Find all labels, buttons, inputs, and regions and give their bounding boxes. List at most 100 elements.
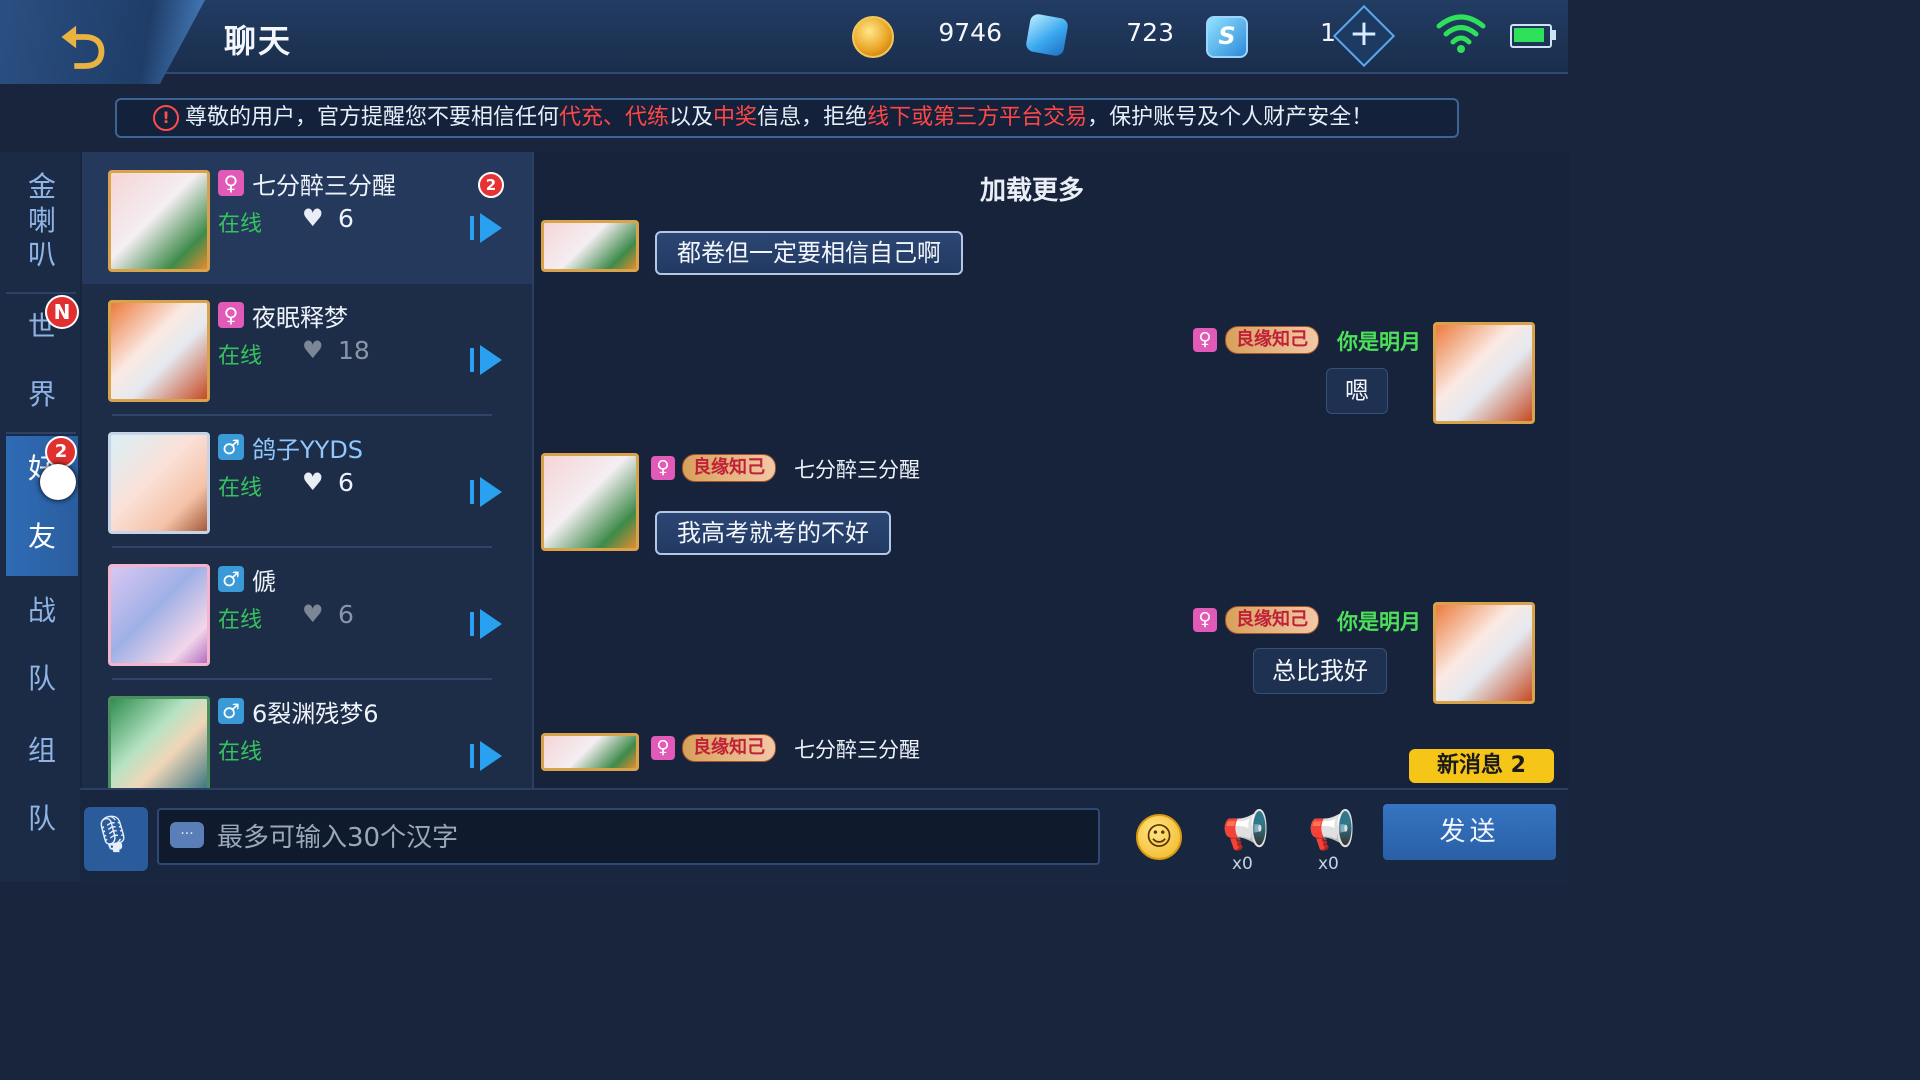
female-icon: ♀ — [1193, 608, 1217, 632]
avatar — [108, 564, 210, 666]
heart-icon: ♥ — [302, 204, 324, 232]
friend-item[interactable]: ♂ 鸽子YYDS 在线 ♥ 6 — [82, 416, 532, 548]
online-status: 在线 — [218, 740, 263, 765]
tab-divider — [6, 292, 76, 294]
heart-icon: ♥ — [302, 600, 324, 628]
send-button[interactable]: 发送 — [1383, 804, 1556, 860]
unread-count-badge: 2 — [478, 172, 504, 198]
tab-char: 友 — [27, 520, 56, 553]
tab-team[interactable]: 战 队 — [6, 594, 78, 704]
sender-avatar — [541, 220, 639, 272]
battery-tip — [1552, 30, 1556, 40]
friend-name: 鸽子YYDS — [252, 436, 364, 464]
voice-icon[interactable]: 🎙 — [90, 813, 136, 855]
female-icon: ♀ — [1193, 328, 1217, 352]
friend-item[interactable]: ♀ 七分醉三分醒 2 在线 ♥ 6 — [82, 152, 532, 284]
relation-tag: 良缘知己 — [1225, 326, 1319, 354]
message-bubble: 我高考就考的不好 — [655, 511, 891, 555]
female-icon: ♀ — [218, 170, 244, 196]
chevron-right-icon[interactable] — [480, 345, 502, 375]
female-icon: ♀ — [218, 302, 244, 328]
avatar — [108, 170, 210, 272]
relation-tag: 良缘知己 — [682, 454, 776, 482]
golden-horn-icon[interactable]: 📢 — [1222, 808, 1269, 853]
new-messages-button[interactable]: 新消息 2 — [1409, 749, 1554, 783]
friend-name: 6裂渊残梦6 — [252, 700, 379, 728]
intimacy-value: 6 — [338, 204, 354, 233]
tab-party[interactable]: 组 队 — [6, 734, 78, 844]
arrow-bar — [470, 480, 474, 504]
notice-highlight-1: 代充、代练 — [559, 105, 670, 130]
golden-horn-count: x0 — [1232, 854, 1253, 874]
tab-char: 战 — [27, 594, 56, 627]
tab-char: 叭 — [27, 238, 56, 271]
chevron-right-icon[interactable] — [480, 741, 502, 771]
male-icon: ♂ — [218, 698, 244, 724]
tab-char: 组 — [27, 734, 56, 767]
tab-divider — [6, 432, 76, 434]
friend-name: 傂 — [252, 568, 276, 596]
diamond-amount: 723 — [1126, 18, 1174, 47]
arrow-bar — [470, 612, 474, 636]
world-horn-count: x0 — [1318, 854, 1339, 874]
female-icon: ♀ — [651, 456, 675, 480]
sender-avatar — [541, 453, 639, 551]
friends-unread-badge: 2 — [45, 436, 77, 468]
friend-name: 七分醉三分醒 — [252, 172, 396, 200]
message-bubble: 都卷但一定要相信自己啊 — [655, 231, 963, 275]
chat-bubble-icon: ··· — [170, 822, 204, 848]
sender-name: 七分醉三分醒 — [794, 738, 920, 762]
notice-highlight-3: 线下或第三方平台交易 — [867, 105, 1088, 130]
token-amount: 1 — [1320, 18, 1336, 47]
chat-input[interactable]: 最多可输入30个汉字 — [157, 808, 1100, 865]
friend-item[interactable]: ♂ 6裂渊残梦6 在线 — [82, 680, 532, 788]
my-avatar — [1433, 322, 1535, 424]
online-status: 在线 — [218, 608, 263, 633]
sender-avatar — [541, 733, 639, 771]
sender-name: 你是明月 — [1337, 610, 1421, 634]
chevron-right-icon[interactable] — [480, 477, 502, 507]
chevron-right-icon[interactable] — [480, 609, 502, 639]
tab-toggle-knob[interactable] — [40, 464, 76, 500]
friend-item[interactable]: ♀ 夜眠释梦 在线 ♥ 18 — [82, 284, 532, 416]
page-title: 聊天 — [224, 22, 293, 60]
intimacy-value: 6 — [338, 468, 354, 497]
tab-char: 喇 — [27, 204, 56, 237]
notice-text-2: 以及 — [669, 105, 714, 130]
avatar — [108, 432, 210, 534]
gold-amount: 9746 — [938, 18, 1002, 47]
male-icon: ♂ — [218, 434, 244, 460]
load-more-link[interactable]: 加载更多 — [980, 170, 1084, 207]
sender-name: 你是明月 — [1337, 330, 1421, 354]
battery-level — [1514, 28, 1544, 42]
diamond-icon — [1024, 12, 1070, 58]
tab-golden-horn[interactable]: 金 喇 叭 — [6, 170, 78, 274]
intimacy-value: 18 — [338, 336, 370, 365]
message-bubble: 嗯 — [1326, 368, 1388, 414]
world-horn-icon[interactable]: 📢 — [1308, 808, 1355, 853]
wifi-icon — [1436, 14, 1486, 53]
online-status: 在线 — [218, 476, 263, 501]
back-arrow-icon[interactable]: ⮌ — [60, 6, 106, 105]
emoji-icon[interactable]: ☺ — [1136, 814, 1182, 860]
tab-char: 界 — [27, 378, 56, 411]
security-notice: 尊敬的用户，官方提醒您不要相信任何代充、代练以及中奖信息，拒绝线下或第三方平台交… — [115, 98, 1459, 138]
notice-text-1: 尊敬的用户，官方提醒您不要相信任何 — [185, 105, 560, 130]
friend-list: ♀ 七分醉三分醒 2 在线 ♥ 6 ♀ 夜眠释梦 在线 ♥ 18 ♂ 鸽子YYD… — [82, 152, 532, 788]
friend-name: 夜眠释梦 — [252, 304, 348, 332]
heart-icon: ♥ — [302, 468, 324, 496]
gold-coin-icon — [852, 16, 894, 58]
male-icon: ♂ — [218, 566, 244, 592]
tab-char: 金 — [27, 170, 56, 203]
message-bubble: 总比我好 — [1253, 648, 1387, 694]
notice-highlight-2: 中奖 — [713, 105, 758, 130]
tab-char: 队 — [27, 662, 56, 695]
plus-icon[interactable]: + — [1344, 12, 1384, 56]
friend-item[interactable]: ♂ 傂 在线 ♥ 6 — [82, 548, 532, 680]
intimacy-value: 6 — [338, 600, 354, 629]
tab-char: 队 — [27, 802, 56, 835]
chevron-right-icon[interactable] — [480, 213, 502, 243]
token-icon: S — [1206, 16, 1248, 58]
notice-text-3: 信息，拒绝 — [757, 105, 868, 130]
notice-text-4: ，保护账号及个人财产安全！ — [1087, 105, 1374, 130]
